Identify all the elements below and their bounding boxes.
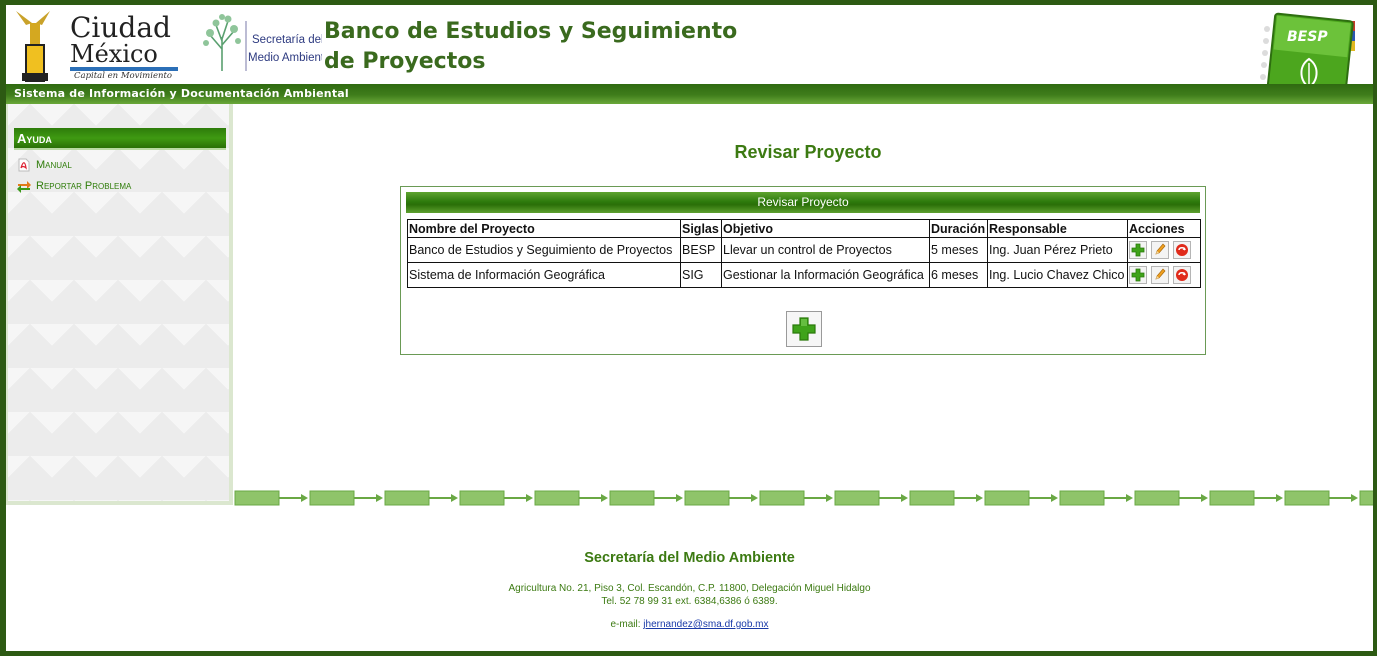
cell-objetivo: Gestionar la Información Geográfica <box>721 262 930 288</box>
table-header-row: Nombre del Proyecto Siglas Objetivo Dura… <box>407 219 1201 238</box>
strip-block <box>984 490 1030 506</box>
add-icon <box>1131 268 1145 281</box>
strip-block <box>909 490 955 506</box>
email-link[interactable]: jhernandez@sma.df.gob.mx <box>643 619 768 630</box>
delete-icon <box>1176 243 1188 256</box>
strip-block <box>1359 490 1373 506</box>
add-icon <box>792 317 816 341</box>
subtitle-bar: Sistema de Información y Documentación A… <box>6 84 1373 104</box>
cell-responsable: Ing. Juan Pérez Prieto <box>987 237 1128 263</box>
edit-button[interactable] <box>1151 265 1169 284</box>
strip-block <box>1134 490 1180 506</box>
projects-panel: Revisar Proyecto Nombre del Proyecto Sig… <box>400 186 1206 355</box>
footer-address: Agricultura No. 21, Piso 3, Col. Escandó… <box>508 583 871 594</box>
column-header: Responsable <box>987 219 1128 238</box>
sidebar-link-label: Reportar Problema <box>36 180 132 192</box>
cell-siglas: SIG <box>680 262 722 288</box>
site-title: Banco de Estudios y Seguimiento de Proye… <box>324 19 738 74</box>
page-frame: Ciudad México Capital en Movimiento Secr… <box>6 5 1373 651</box>
delete-button[interactable] <box>1173 240 1191 259</box>
sma-logo: Secretaría del Medio Ambiente <box>203 14 322 71</box>
cdmx-logo: Ciudad México Capital en Movimiento <box>16 11 178 82</box>
strip-block <box>1059 490 1105 506</box>
strip-block <box>684 490 730 506</box>
column-header: Objetivo <box>721 219 930 238</box>
sidebar-link-report-problem[interactable]: Reportar Problema <box>16 177 131 195</box>
cell-acciones <box>1127 237 1201 263</box>
sidebar-link-manual[interactable]: Manual <box>16 156 72 174</box>
cell-nombre: Sistema de Información Geográfica <box>407 262 681 288</box>
column-header: Duración <box>929 219 988 238</box>
strip-block <box>309 490 355 506</box>
add-project-button[interactable] <box>786 311 822 347</box>
strip-block <box>1209 490 1255 506</box>
edit-pencil-icon <box>1155 267 1166 280</box>
svg-text:Secretaría del: Secretaría del <box>252 34 322 46</box>
add-button[interactable] <box>1129 240 1147 259</box>
cell-duracion: 5 meses <box>929 237 988 263</box>
cell-siglas: BESP <box>680 237 722 263</box>
footer-title: Secretaría del Medio Ambiente <box>584 550 795 566</box>
sidebar: Ayuda Manual Reportar Problema <box>6 104 233 505</box>
sidebar-link-label: Manual <box>36 159 72 171</box>
cell-nombre: Banco de Estudios y Seguimiento de Proye… <box>407 237 681 263</box>
panel-title: Revisar Proyecto <box>406 192 1200 213</box>
strip-block <box>609 490 655 506</box>
table-row: Sistema de Información Geográfica SIG Ge… <box>407 262 1201 288</box>
column-header: Siglas <box>680 219 722 238</box>
delete-icon <box>1176 268 1188 281</box>
column-header: Nombre del Proyecto <box>407 219 681 238</box>
email-label: e-mail: <box>610 619 641 630</box>
strip-block <box>459 490 505 506</box>
page-title: Revisar Proyecto <box>734 142 882 162</box>
strip-block <box>1284 490 1330 506</box>
strip-block <box>234 490 280 506</box>
cell-responsable: Ing. Lucio Chavez Chico <box>987 262 1128 288</box>
edit-pencil-icon <box>1155 242 1166 255</box>
add-icon <box>1131 243 1145 256</box>
decorative-arrow-strip <box>233 489 1373 507</box>
delete-button[interactable] <box>1173 265 1191 284</box>
subtitle-text: Sistema de Información y Documentación A… <box>14 87 349 100</box>
svg-text:Medio Ambiente: Medio Ambiente <box>248 52 322 64</box>
report-arrows-icon <box>16 178 32 194</box>
column-header: Acciones <box>1127 219 1201 238</box>
table-row: Banco de Estudios y Seguimiento de Proye… <box>407 237 1201 263</box>
cell-acciones <box>1127 262 1201 288</box>
strip-block <box>384 490 430 506</box>
footer-phone: Tel. 52 78 99 31 ext. 6384,6386 ó 6389. <box>601 596 778 607</box>
strip-block <box>834 490 880 506</box>
strip-block <box>534 490 580 506</box>
strip-block <box>759 490 805 506</box>
svg-text:México: México <box>70 40 158 68</box>
sidebar-heading: Ayuda <box>14 128 226 150</box>
svg-text:Capital en Movimiento: Capital en Movimiento <box>74 71 172 81</box>
cell-objetivo: Llevar un control de Proyectos <box>721 237 930 263</box>
pdf-icon <box>16 157 32 173</box>
projects-table: Nombre del Proyecto Siglas Objetivo Dura… <box>407 219 1201 288</box>
cell-duracion: 6 meses <box>929 262 988 288</box>
header: Ciudad México Capital en Movimiento Secr… <box>6 5 1373 104</box>
add-button[interactable] <box>1129 265 1147 284</box>
svg-text:BESP: BESP <box>1287 29 1328 45</box>
footer-email: e-mail: jhernandez@sma.df.gob.mx <box>6 619 1373 630</box>
edit-button[interactable] <box>1151 240 1169 259</box>
